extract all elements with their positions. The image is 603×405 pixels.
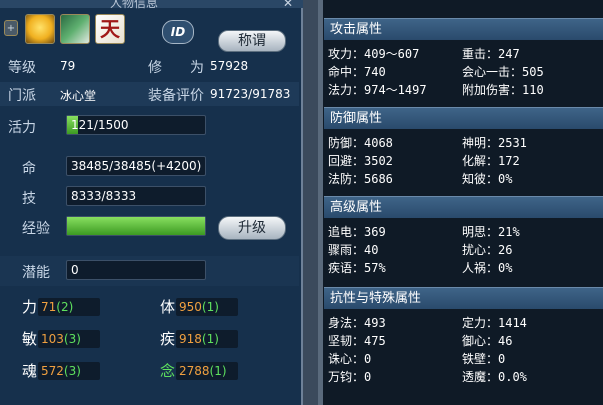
potential-label: 潜能 xyxy=(22,265,50,281)
exp-fill xyxy=(67,217,205,235)
soul-base: 572 xyxy=(41,364,64,378)
agility-label: 敏 xyxy=(22,330,38,348)
defense-stat: 回避：3502 xyxy=(328,154,393,168)
attack-stat: 命中：740 xyxy=(328,65,386,79)
attack-stat: 附加伤害：110 xyxy=(462,83,544,97)
agility-bonus: (3) xyxy=(63,332,81,346)
resistance-stat: 万钧：0 xyxy=(328,370,372,384)
vitality-label: 活力 xyxy=(8,120,36,136)
constitution-base: 950 xyxy=(179,300,202,314)
attack-stat: 会心一击：505 xyxy=(462,65,544,79)
speed-value: 918(1) xyxy=(176,330,238,348)
skill-label: 技 xyxy=(22,191,36,207)
soul-label: 魂 xyxy=(22,362,38,380)
mind-label: 念 xyxy=(160,362,176,380)
agility-base: 103 xyxy=(41,332,64,346)
book-icon[interactable] xyxy=(60,14,90,44)
tianxia-icon[interactable]: 天 xyxy=(95,14,125,44)
advanced-stat: 骤雨：40 xyxy=(328,243,379,257)
defense-stat: 法防：5686 xyxy=(328,172,393,186)
agility-value: 103(3) xyxy=(38,330,100,348)
exp-bar xyxy=(66,216,206,236)
speed-bonus: (1) xyxy=(201,332,219,346)
cultivation-label: 修 为 xyxy=(148,60,204,76)
resistance-stat: 身法：493 xyxy=(328,316,386,330)
hp-bar: 38485/38485(+4200) xyxy=(66,156,206,176)
sect-value: 冰心堂 xyxy=(60,89,97,103)
vitality-bar: 121/1500 xyxy=(66,115,206,135)
soul-value: 572(3) xyxy=(38,362,100,380)
level-value: 79 xyxy=(60,59,76,73)
resistance-stat: 坚韧：475 xyxy=(328,334,386,348)
character-info-panel: 人物信息 ✕ + 天 ID 称谓 等级 79 修 为 57928 门派 冰心堂 … xyxy=(0,0,303,405)
resistance-stat: 定力：1414 xyxy=(462,316,527,330)
soul-bonus: (3) xyxy=(63,364,81,378)
mind-base: 2788 xyxy=(179,364,210,378)
attack-stat: 攻力：409～607 xyxy=(328,47,420,61)
resistance-section-header: 抗性与特殊属性 xyxy=(324,287,603,309)
strength-base: 71 xyxy=(41,300,57,314)
equip-label: 装备评价 xyxy=(148,88,204,104)
sect-label: 门派 xyxy=(8,88,36,104)
advanced-stat: 人祸：0% xyxy=(462,261,513,275)
defense-stat: 知彼：0% xyxy=(462,172,513,186)
level-row: 等级 79 修 为 57928 xyxy=(0,54,299,78)
skill-bar: 8333/8333 xyxy=(66,186,206,206)
close-icon[interactable]: ✕ xyxy=(283,0,293,10)
attack-section-header: 攻击属性 xyxy=(324,18,603,40)
constitution-value: 950(1) xyxy=(176,298,238,316)
potential-bar: 0 xyxy=(66,260,206,280)
hp-label: 命 xyxy=(22,161,36,177)
mind-value: 2788(1) xyxy=(176,362,238,380)
defense-section-header: 防御属性 xyxy=(324,107,603,129)
speed-base: 918 xyxy=(179,332,202,346)
defense-stat: 神明：2531 xyxy=(462,136,527,150)
attack-stat: 法力：974～1497 xyxy=(328,83,427,97)
advanced-stat: 扰心：26 xyxy=(462,243,513,257)
exp-label: 经验 xyxy=(22,221,50,237)
strength-value: 71(2) xyxy=(38,298,100,316)
level-label: 等级 xyxy=(8,60,36,76)
advanced-stat: 追电：369 xyxy=(328,225,386,239)
cultivation-value: 57928 xyxy=(210,59,249,73)
bulb-icon[interactable] xyxy=(25,14,55,44)
potential-value: 0 xyxy=(71,263,79,277)
resistance-stat: 御心：46 xyxy=(462,334,513,348)
resistance-stat: 诛心：0 xyxy=(328,352,372,366)
attributes-detail-panel: 攻击属性攻力：409～607 重击：247 命中：740 会心一击：505 法力：974… xyxy=(318,0,603,405)
equip-value: 91723/91783 xyxy=(210,87,291,101)
vitality-value: 121/1500 xyxy=(71,118,129,132)
speed-label: 疾 xyxy=(160,330,176,348)
advanced-section-header: 高级属性 xyxy=(324,196,603,218)
resistance-stat: 透魔：0.0% xyxy=(462,370,527,384)
panel-title: 人物信息 xyxy=(110,0,159,10)
title-button[interactable]: 称谓 xyxy=(218,30,286,52)
panel-edge xyxy=(318,0,323,405)
defense-stat: 化解：172 xyxy=(462,154,520,168)
hp-value: 38485/38485(+4200) xyxy=(71,159,202,173)
strength-label: 力 xyxy=(22,298,38,316)
sect-row: 门派 冰心堂 装备评价 91723/91783 xyxy=(0,82,299,106)
constitution-bonus: (1) xyxy=(201,300,219,314)
skill-value: 8333/8333 xyxy=(71,189,137,203)
attack-stat: 重击：247 xyxy=(462,47,520,61)
constitution-label: 体 xyxy=(160,298,176,316)
advanced-stat: 疾语：57% xyxy=(328,261,386,275)
strength-bonus: (2) xyxy=(56,300,74,314)
upgrade-button[interactable]: 升级 xyxy=(218,216,286,240)
resistance-stat: 铁壁：0 xyxy=(462,352,506,366)
plus-icon[interactable]: + xyxy=(4,20,18,36)
defense-stat: 防御：4068 xyxy=(328,136,393,150)
mind-bonus: (1) xyxy=(209,364,227,378)
id-button[interactable]: ID xyxy=(162,20,194,44)
advanced-stat: 明思：21% xyxy=(462,225,520,239)
